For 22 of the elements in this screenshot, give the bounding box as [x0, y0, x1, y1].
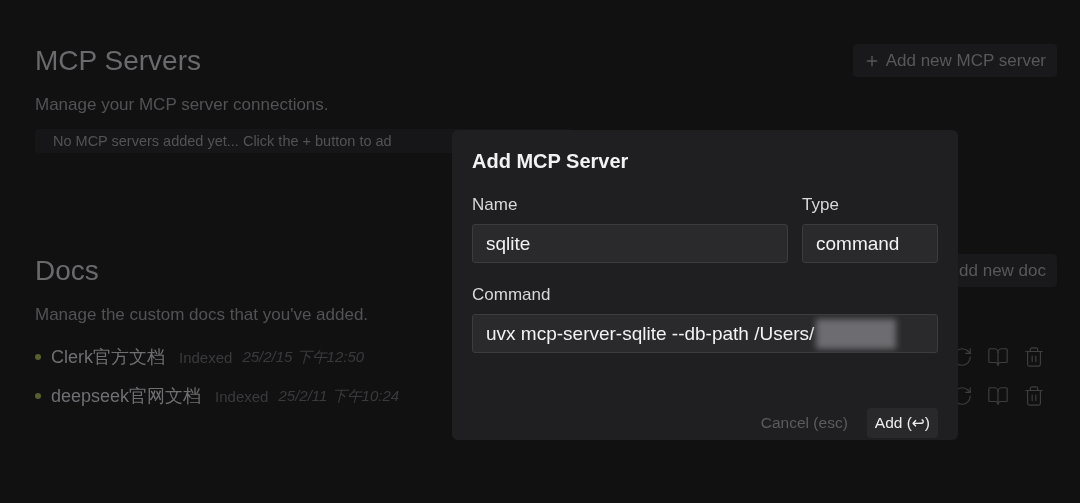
type-field[interactable]: command: [802, 224, 938, 263]
doc-name[interactable]: deepseek官网文档: [51, 384, 202, 408]
field-label: Name: [472, 195, 519, 215]
command-field[interactable]: uvx mcp-server-sqlite --db-path /Users/: [472, 314, 938, 353]
doc-name[interactable]: Clerk官方文档: [51, 345, 165, 369]
field-label: Command: [472, 285, 552, 305]
trash-icon[interactable]: [1023, 385, 1045, 407]
bullet-dot: [35, 393, 41, 399]
book-icon[interactable]: [987, 385, 1009, 407]
book-icon[interactable]: [987, 346, 1009, 368]
add-button[interactable]: Add (↩): [866, 408, 938, 438]
cancel-button[interactable]: Cancel (esc): [760, 414, 848, 432]
section-title: MCP Servers: [35, 44, 201, 77]
section-description: Manage the custom docs that you've added.: [35, 305, 370, 325]
field-label: Type: [802, 195, 840, 215]
section-title: Docs: [35, 254, 99, 287]
dialog-title: Add MCP Server: [472, 150, 630, 173]
name-field[interactable]: sqlite: [472, 224, 788, 263]
bullet-dot: [35, 354, 41, 360]
add-server-button[interactable]: Add new MCP server: [852, 44, 1057, 77]
section-description: Manage your MCP server connections.: [35, 95, 330, 115]
trash-icon[interactable]: [1023, 346, 1045, 368]
